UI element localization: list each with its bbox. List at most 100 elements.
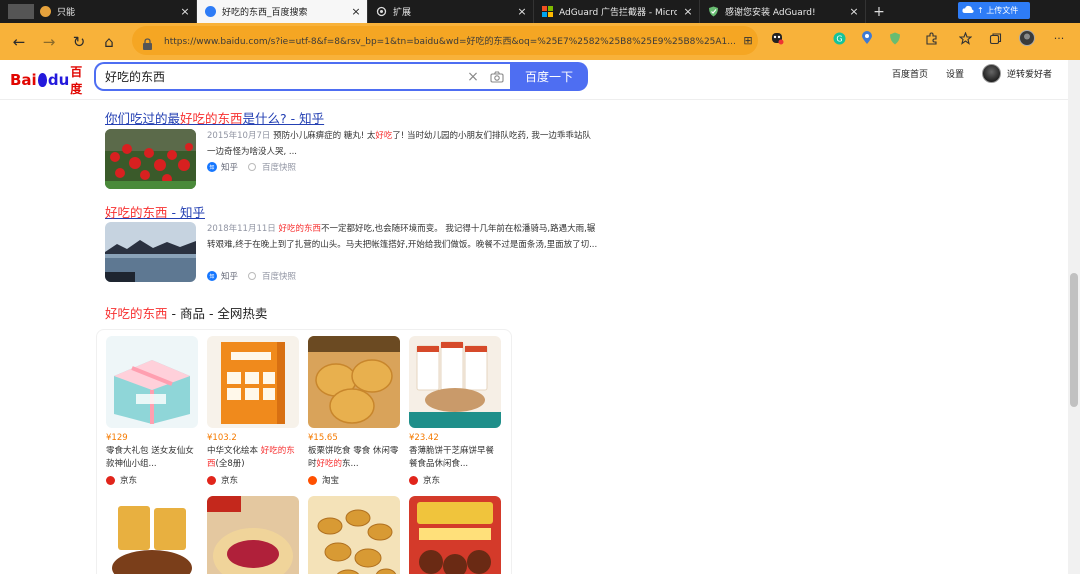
tab-strip: 只能 × 好吃的东西_百度搜索 × 扩展 × AdGuard 广告拦截器 - M… [0, 0, 1080, 23]
avatar[interactable] [981, 64, 1001, 83]
location-pin-icon[interactable] [858, 29, 876, 47]
product-image-snack-box[interactable] [409, 496, 501, 574]
tab-3[interactable]: 扩展 × [368, 0, 534, 23]
result-title-link[interactable]: 你们吃过的最好吃的东西是什么? - 知乎 [105, 108, 324, 127]
grammarly-icon[interactable]: G [830, 29, 848, 47]
result-item: 你们吃过的最好吃的东西是什么? - 知乎 [105, 108, 324, 127]
product-image-fried-snacks[interactable] [308, 496, 400, 574]
page-scrollbar[interactable] [1068, 60, 1080, 574]
address-url: https://www.baidu.com/s?ie=utf-8&f=8&rsv… [164, 37, 736, 47]
result-snippet: 2015年10月7日 预防小儿麻痹症的 糖丸! 太好吃了! 当时幼儿园的小朋友们… [207, 131, 591, 157]
zhihu-icon: 知 [207, 271, 217, 281]
camera-search-icon[interactable] [484, 70, 510, 83]
product-card[interactable] [409, 496, 501, 574]
tab-close-icon[interactable]: × [517, 5, 527, 18]
search-input[interactable]: 好吃的东西 × [94, 62, 510, 91]
result-source: 知 知乎 百度快照 [207, 270, 296, 282]
baidu-netdisk-cloud-icon [962, 5, 974, 16]
home-button[interactable]: ⌂ [94, 27, 124, 57]
microsoft-store-icon [542, 6, 553, 17]
baidu-netdisk-label: ↑ 上传文件 [977, 6, 1019, 15]
username[interactable]: 逆转爱好者 [1007, 67, 1052, 80]
result-body: 2018年11月11日 好吃的东西不一定都好吃,也会随环境而变。 我记得十几年前… [105, 222, 605, 284]
tab-4[interactable]: AdGuard 广告拦截器 - Microsoft × [534, 0, 700, 23]
shopping-section-title[interactable]: 好吃的东西 - 商品 - 全网热卖 [105, 303, 267, 322]
new-tab-button[interactable]: + [866, 0, 892, 23]
forward-arrow-icon: → [42, 32, 56, 51]
product-card[interactable] [106, 496, 198, 574]
result-source: 知 知乎 百度快照 [207, 161, 296, 173]
source-name[interactable]: 知乎 [221, 161, 238, 173]
adguard-extension-icon[interactable] [886, 29, 904, 47]
tab-1[interactable]: 只能 × [0, 0, 197, 23]
baidu-netdisk-upload-button[interactable]: ↑ 上传文件 [958, 2, 1030, 19]
product-image-gift-box[interactable] [106, 336, 198, 428]
header-links: 百度首页 设置 逆转爱好者 [874, 64, 1052, 83]
product-shop: 京东 [207, 474, 299, 486]
result-item: 好吃的东西 - 知乎 [105, 202, 205, 221]
scrollbar-thumb[interactable] [1070, 273, 1078, 407]
result-thumbnail-red-flowers[interactable] [105, 129, 196, 189]
clear-search-icon[interactable]: × [462, 69, 484, 85]
puzzle-icon [376, 6, 387, 17]
product-card[interactable]: ¥23.42 香薄脆饼干芝麻饼早餐餐食品休闲食... 京东 [409, 336, 501, 486]
product-image-pastries[interactable] [308, 336, 400, 428]
baidu-snapshot-link[interactable]: 百度快照 [262, 270, 296, 282]
product-card[interactable] [308, 496, 400, 574]
tab-close-icon[interactable]: × [849, 5, 859, 18]
tab-title: 好吃的东西_百度搜索 [222, 8, 308, 18]
snapshot-icon [248, 272, 257, 280]
product-image-jerky-bags[interactable] [106, 496, 198, 574]
refresh-button[interactable]: ↻ [64, 27, 94, 57]
forward-button[interactable]: → [34, 27, 64, 57]
product-shop: 京东 [409, 474, 501, 486]
extension-ghost-icon[interactable] [768, 29, 786, 47]
tab-2-active[interactable]: 好吃的东西_百度搜索 × [197, 0, 368, 23]
more-options-icon[interactable]: ··· [1050, 29, 1068, 47]
back-button[interactable]: ← [4, 27, 34, 57]
taobao-icon [308, 475, 317, 485]
product-card[interactable]: ¥103.2 中华文化绘本 好吃的东西(全8册) 京东 [207, 336, 299, 486]
favorites-star-icon[interactable] [956, 29, 974, 47]
baidu-paw-icon [37, 73, 47, 87]
tab-close-icon[interactable]: × [180, 5, 190, 18]
product-price: ¥15.65 [308, 433, 338, 443]
tab-title: 只能 [57, 8, 76, 18]
extensions-puzzle-icon[interactable] [922, 29, 940, 47]
tracking-prevention-icon[interactable]: ⊞ [738, 34, 758, 47]
address-bar[interactable]: https://www.baidu.com/s?ie=utf-8&f=8&rsv… [132, 26, 758, 55]
baidu-logo[interactable]: Bai du 百度 [10, 65, 86, 96]
product-card[interactable]: ¥129 零食大礼包 送女友仙女款神仙小组... 京东 [106, 336, 198, 486]
browser-toolbar: ← → ↻ ⌂ https://www.baidu.com/s?ie=utf-8… [0, 23, 1080, 60]
baidu-header: Bai du 百度 好吃的东西 × 百度一下 百度首页 设置 逆转爱好者 [0, 60, 1068, 100]
baidu-home-link[interactable]: 百度首页 [892, 67, 928, 80]
search-button[interactable]: 百度一下 [510, 62, 588, 91]
product-name[interactable]: 零食大礼包 送女友仙女款神仙小组... [106, 445, 198, 471]
product-name[interactable]: 板栗饼吃食 零食 休闲零时好吃的东... [308, 445, 400, 471]
product-name[interactable]: 香薄脆饼干芝麻饼早餐餐食品休闲食... [409, 445, 501, 471]
tab-close-icon[interactable]: × [683, 5, 693, 18]
product-card[interactable]: ¥15.65 板栗饼吃食 零食 休闲零时好吃的东... 淘宝 [308, 336, 400, 486]
product-price: ¥129 [106, 433, 128, 443]
product-price: ¥23.42 [409, 433, 439, 443]
result-thumbnail-lake[interactable] [105, 222, 196, 282]
tab-5[interactable]: 感谢您安装 AdGuard! × [700, 0, 866, 23]
tab-favicon-icon [40, 6, 51, 17]
product-image-crackers[interactable] [409, 336, 501, 428]
source-name[interactable]: 知乎 [221, 270, 238, 282]
product-image-flower-cake[interactable] [207, 496, 299, 574]
settings-link[interactable]: 设置 [946, 67, 964, 80]
product-grid: ¥129 零食大礼包 送女友仙女款神仙小组... 京东 ¥103.2 中华文化绘… [96, 329, 512, 574]
lock-icon[interactable] [142, 35, 154, 50]
product-image-book-set[interactable] [207, 336, 299, 428]
collections-icon[interactable] [986, 29, 1004, 47]
product-name[interactable]: 中华文化绘本 好吃的东西(全8册) [207, 445, 299, 471]
svg-text:G: G [836, 34, 842, 43]
baidu-snapshot-link[interactable]: 百度快照 [262, 161, 296, 173]
jd-icon [207, 475, 216, 485]
tab-close-icon[interactable]: × [351, 5, 361, 18]
result-title-link[interactable]: 好吃的东西 - 知乎 [105, 202, 205, 221]
profile-avatar-icon[interactable] [1018, 29, 1036, 47]
product-card[interactable] [207, 496, 299, 574]
tab-title: 扩展 [393, 8, 412, 18]
